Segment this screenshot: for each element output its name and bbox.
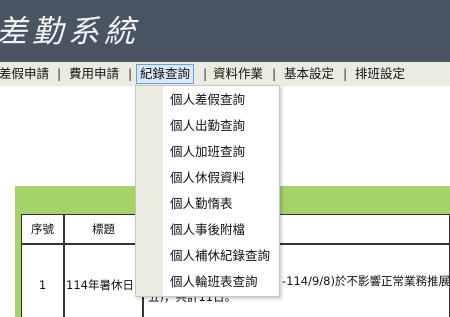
- menu-shift-settings[interactable]: 排班設定: [355, 62, 405, 86]
- table-row-title[interactable]: 114年暑休日: [64, 244, 143, 317]
- dropdown-item-personal-compensatory-leave-query[interactable]: 個人補休紀錄查詢: [170, 246, 270, 266]
- dropdown-item-personal-vacation-data[interactable]: 個人休假資料: [170, 168, 245, 188]
- table-header-seq: 序號: [21, 214, 64, 244]
- dropdown-gutter: [136, 86, 163, 296]
- menu-expense-application[interactable]: 費用申請: [69, 62, 119, 86]
- dropdown-item-personal-post-attachment[interactable]: 個人事後附檔: [170, 220, 245, 240]
- menu-records-query[interactable]: 紀錄查詢: [136, 64, 195, 84]
- dropdown-item-personal-attendance-report[interactable]: 個人勤惰表: [170, 194, 233, 214]
- dropdown-item-personal-overtime-query[interactable]: 個人加班查詢: [170, 142, 245, 162]
- menu-separator: |: [128, 66, 133, 81]
- main-menu-bar: 差假申請 | 費用申請 | 紀錄查詢 | 資料作業 | 基本設定 | 排班設定: [0, 62, 450, 86]
- table-row-content-line1: -114/9/8)於不影響正常業務推展下: [282, 274, 450, 288]
- dropdown-item-personal-leave-query[interactable]: 個人差假查詢: [170, 90, 245, 110]
- menu-basic-settings[interactable]: 基本設定: [284, 62, 334, 86]
- table-row-seq: 1: [21, 244, 64, 317]
- menu-separator: |: [57, 66, 62, 81]
- dropdown-item-personal-attendance-query[interactable]: 個人出勤查詢: [170, 116, 245, 136]
- menu-separator: |: [203, 66, 208, 81]
- menu-separator: |: [272, 66, 277, 81]
- app-header: 差勤系統: [0, 0, 450, 62]
- menu-separator: |: [343, 66, 348, 81]
- menu-leave-application[interactable]: 差假申請: [0, 62, 49, 86]
- menu-data-operations[interactable]: 資料作業: [213, 62, 263, 86]
- dropdown-item-personal-shift-schedule-query[interactable]: 個人輪班表查詢: [170, 272, 258, 292]
- records-query-dropdown: 個人差假查詢 個人出勤查詢 個人加班查詢 個人休假資料 個人勤惰表 個人事後附檔…: [135, 85, 280, 297]
- table-header-title: 標題: [64, 214, 143, 244]
- app-title: 差勤系統: [0, 14, 140, 50]
